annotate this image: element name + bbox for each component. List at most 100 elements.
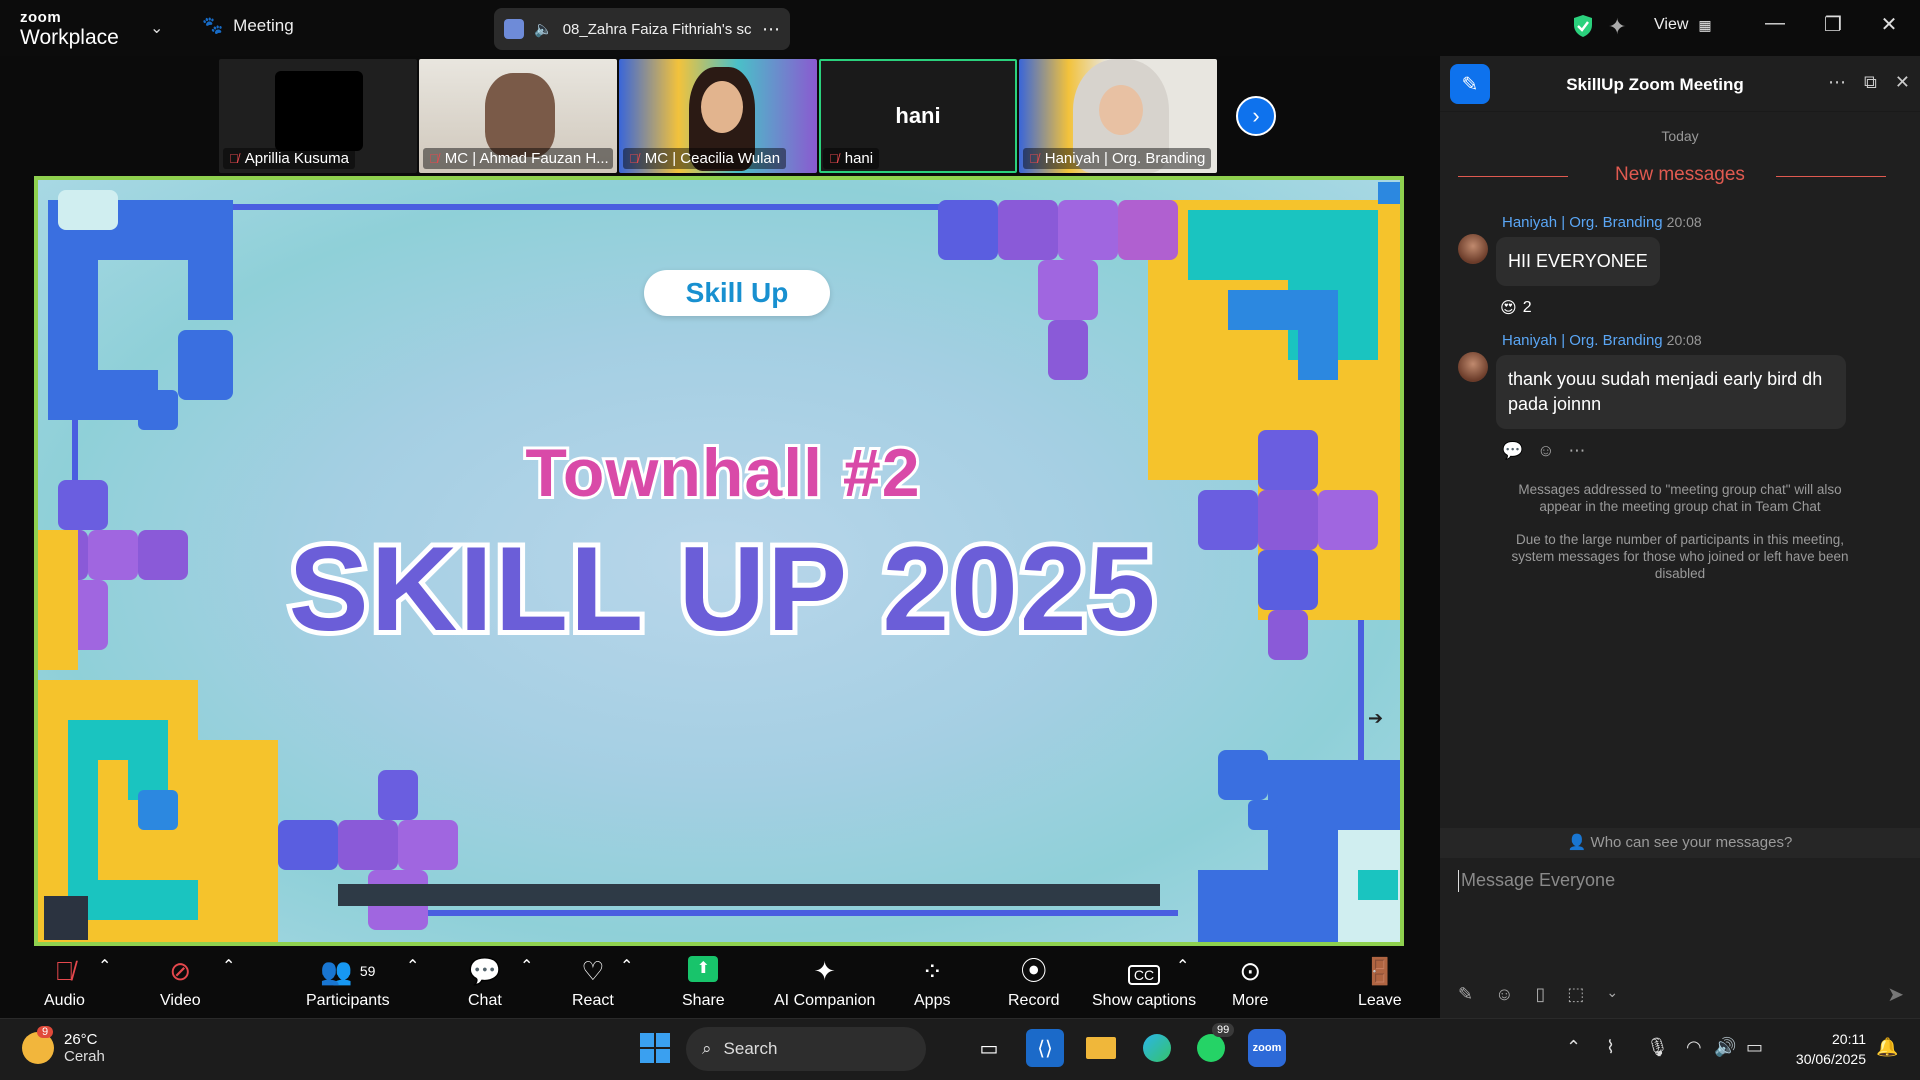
speaker-icon: 🔈	[534, 21, 553, 38]
participant-tile[interactable]: 🎙̸ MC | Ceacilia Wulan	[619, 59, 817, 173]
skillup-logo: Skill Up	[644, 270, 830, 316]
task-view-icon[interactable]: ▭	[970, 1029, 1008, 1067]
chat-title: SkillUp Zoom Meeting	[1566, 75, 1744, 94]
screenshot-icon[interactable]: ⬚	[1567, 984, 1584, 1005]
chat-message[interactable]: Haniyah | Org. Branding 20:08 thank youu …	[1458, 332, 1920, 429]
send-icon[interactable]: ➤	[1887, 982, 1904, 1007]
minimize-icon[interactable]: —	[1760, 12, 1790, 35]
cc-icon: CC	[1127, 956, 1161, 986]
message-actions: 💬 ☺ ⋯	[1502, 441, 1920, 461]
more-icon[interactable]: ⋯	[1828, 72, 1846, 93]
ai-sparkle-icon[interactable]: ✦	[1608, 14, 1626, 40]
share-screen-icon: ⬆	[688, 956, 719, 986]
arrow-cursor-icon: ➔	[1368, 708, 1384, 728]
participants-count: 59	[359, 963, 376, 979]
share-button[interactable]: ⬆ Share	[682, 956, 725, 1010]
mic-muted-icon: 🎙̸	[54, 956, 75, 986]
mic-off-icon: 🎙̸	[629, 151, 639, 166]
file-explorer-icon[interactable]	[1082, 1029, 1120, 1067]
edge-icon[interactable]	[1138, 1029, 1176, 1067]
message-time: 20:08	[1666, 332, 1702, 348]
ai-sparkle-icon: ✦	[813, 956, 836, 986]
chevron-up-icon[interactable]: ⌃	[1176, 956, 1189, 976]
chevron-up-icon[interactable]: ⌃	[406, 956, 419, 976]
taskbar-search[interactable]: ⌕ Search	[686, 1027, 926, 1071]
leave-label: Leave	[1358, 992, 1402, 1009]
reply-icon[interactable]: 💬	[1502, 441, 1523, 461]
format-icon[interactable]: ✎	[1458, 984, 1473, 1005]
wifi-icon[interactable]: ◠	[1686, 1037, 1702, 1058]
participants-button[interactable]: 👥 59 Participants	[306, 956, 390, 1010]
taskbar-clock[interactable]: 20:11 30/06/2025	[1784, 1029, 1866, 1069]
vscode-icon[interactable]: ⟨⟩	[1026, 1029, 1064, 1067]
audio-button[interactable]: 🎙̸ Audio	[44, 956, 85, 1010]
add-reaction-icon[interactable]: ☺	[1537, 441, 1554, 461]
apps-button[interactable]: ⁘ Apps	[914, 956, 950, 1010]
record-button[interactable]: ⦿ Record	[1008, 956, 1060, 1010]
shield-check-icon[interactable]	[1572, 14, 1594, 38]
who-can-see-label: Who can see your messages?	[1590, 834, 1793, 851]
avatar[interactable]	[1458, 352, 1488, 382]
screen-share-indicator[interactable]: 🔈 08_Zahra Faiza Fithriah's scre ⋯	[494, 8, 790, 50]
notification-badge: 9	[37, 1026, 54, 1038]
video-label: Video	[160, 992, 201, 1009]
react-button[interactable]: ♡ React	[572, 956, 614, 1010]
next-participants-button[interactable]: ›	[1236, 96, 1276, 136]
video-button[interactable]: ⊘ Video	[160, 956, 201, 1010]
message-input[interactable]: Message Everyone	[1458, 870, 1615, 893]
reaction-chip[interactable]: 😍 2	[1500, 298, 1920, 318]
notifications-icon[interactable]: 🔔	[1876, 1037, 1898, 1058]
message-bubble: HII EVERYONEE	[1496, 237, 1660, 286]
chat-icon: 💬	[468, 956, 502, 986]
participant-tile[interactable]: 🎙̸ Haniyah | Org. Branding	[1019, 59, 1217, 173]
meeting-menu[interactable]: 🐾 Meeting	[202, 16, 294, 36]
whatsapp-icon[interactable]: 99	[1192, 1023, 1235, 1067]
chevron-up-icon[interactable]: ⌃	[222, 956, 235, 976]
emoji-icon[interactable]: ☺	[1495, 984, 1513, 1005]
more-button[interactable]: ⊙ More	[1232, 956, 1268, 1010]
volume-icon[interactable]: 🔊	[1714, 1037, 1736, 1058]
network-off-icon[interactable]: ⌇	[1606, 1037, 1615, 1058]
who-can-see-button[interactable]: 👤 Who can see your messages?	[1440, 828, 1920, 858]
restore-icon[interactable]: ❐	[1818, 12, 1848, 37]
more-options-icon[interactable]: ⋯	[762, 19, 780, 40]
chevron-down-icon[interactable]: ⌄	[1606, 984, 1618, 1005]
battery-icon[interactable]: ▭	[1746, 1037, 1763, 1058]
file-icon[interactable]: ▯	[1535, 984, 1545, 1005]
participant-tile-active[interactable]: hani 🎙̸ hani	[819, 59, 1017, 173]
chevron-up-icon[interactable]: ⌃	[1566, 1037, 1581, 1058]
chat-message[interactable]: Haniyah | Org. Branding 20:08 HII EVERYON…	[1458, 214, 1920, 318]
windows-start-icon[interactable]	[640, 1033, 670, 1063]
heart-icon: ♡	[581, 956, 605, 986]
chevron-up-icon[interactable]: ⌃	[620, 956, 633, 976]
zoom-taskbar-icon[interactable]: zoom	[1248, 1029, 1286, 1067]
close-icon[interactable]: ✕	[1874, 12, 1904, 37]
ai-companion-button[interactable]: ✦ AI Companion	[774, 956, 875, 1010]
react-label: React	[572, 992, 614, 1009]
microphone-icon[interactable]: 🎙	[1646, 1037, 1669, 1058]
input-toolbar: ✎ ☺ ▯ ⬚ ⌄	[1458, 984, 1618, 1005]
participant-center-name: hani	[895, 103, 941, 128]
participant-tile[interactable]: 🎙̸ Aprillia Kusuma	[219, 59, 417, 173]
sender-name[interactable]: Haniyah | Org. Branding	[1502, 332, 1663, 349]
view-button[interactable]: View ▦	[1654, 16, 1712, 34]
people-icon: 👤	[1567, 834, 1587, 851]
chevron-down-icon[interactable]: ⌄	[150, 18, 163, 38]
popout-icon[interactable]: ⧉	[1864, 72, 1877, 93]
text-caret	[1458, 870, 1459, 893]
close-icon[interactable]: ✕	[1895, 72, 1910, 93]
more-label: More	[1232, 992, 1269, 1009]
zoom-workplace-logo[interactable]: zoom Workplace	[20, 10, 119, 48]
sender-name[interactable]: Haniyah | Org. Branding	[1502, 214, 1663, 231]
clock-date: 30/06/2025	[1795, 1051, 1866, 1067]
participant-tile[interactable]: 🎙̸ MC | Ahmad Fauzan H...	[419, 59, 617, 173]
weather-widget[interactable]: 9 26°C Cerah	[22, 1026, 105, 1065]
weather-temp: 26°C	[64, 1031, 98, 1048]
weather-icon: 9	[22, 1026, 54, 1064]
avatar[interactable]	[1458, 234, 1488, 264]
chevron-up-icon[interactable]: ⌃	[520, 956, 533, 976]
chat-button[interactable]: 💬 Chat	[468, 956, 502, 1010]
more-icon[interactable]: ⋯	[1569, 441, 1586, 461]
chevron-up-icon[interactable]: ⌃	[98, 956, 111, 976]
leave-button[interactable]: 🚪 Leave	[1358, 956, 1402, 1010]
